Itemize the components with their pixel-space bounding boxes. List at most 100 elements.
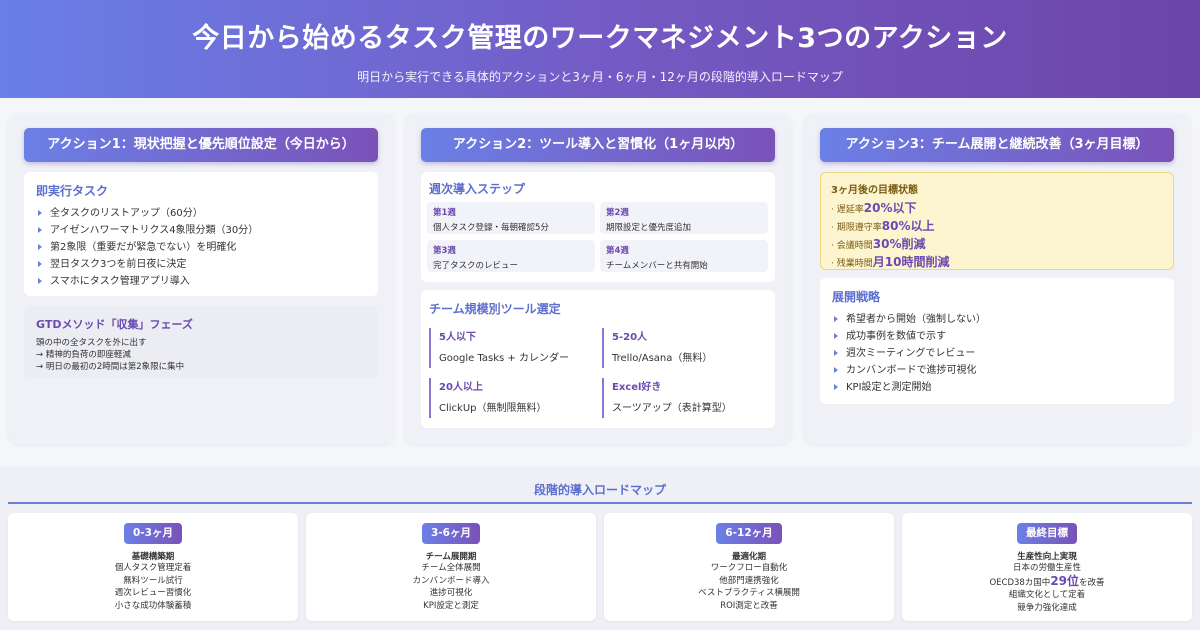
stage-line: 競争力強化達成 <box>1017 602 1077 613</box>
tool-desc: ClickUp（無制限無料） <box>439 403 547 414</box>
goal-label: 期限遵守率 <box>836 223 882 233</box>
stage-line: 日本の労働生産性 <box>1012 563 1081 573</box>
goal-label: 残業時間 <box>836 259 873 269</box>
tool-option: Excel好き スーツアップ（表計算型） <box>602 378 770 418</box>
list-item: 成功事例を数値で示す <box>832 328 1162 345</box>
roadmap-stage: 6-12ヶ月 最適化期 ワークフロー自動化 他部門連携強化 ベストプラクティス横… <box>604 513 894 621</box>
stage-title: チーム展開期 <box>425 552 477 562</box>
week-step: 第2週 期限設定と優先度追加 <box>600 202 768 234</box>
list-item: 全タスクのリストアップ（60分） <box>36 205 366 222</box>
goal-label: 会議時間 <box>836 241 873 251</box>
action1-column: アクション1：現状把握と優先順位設定（今日から） 即実行タスク 全タスクのリスト… <box>8 114 394 444</box>
gtd-line: → 精神的負荷の即座軽減 <box>36 350 131 360</box>
tool-label: 20人以上 <box>439 382 483 393</box>
goal-title: 3ヶ月後の目標状態 <box>831 185 918 196</box>
tool-desc: Trello/Asana（無料） <box>612 353 713 364</box>
stage-badge: 3-6ヶ月 <box>422 523 480 544</box>
week-label: 第1週 <box>433 208 456 218</box>
tasks-list: 全タスクのリストアップ（60分） アイゼンハワーマトリクス4象限分類（30分） … <box>36 205 366 290</box>
goal-row: · 残業時間月10時間削減 <box>831 255 950 269</box>
stage-title: 生産性向上実現 <box>1017 552 1077 562</box>
week-step: 第3週 完了タスクのレビュー <box>427 240 595 272</box>
tool-option: 20人以上 ClickUp（無制限無料） <box>429 378 597 418</box>
stage-line: 進捗可視化 <box>429 588 473 598</box>
list-item: カンバンボードで進捗可視化 <box>832 362 1162 379</box>
gtd-title: GTDメソッド「収集」フェーズ <box>36 318 193 331</box>
stage-line: OECD38カ国中29位を改善 <box>902 573 1192 590</box>
stage-line: チーム全体展開 <box>421 563 481 573</box>
strategy-title: 展開戦略 <box>832 290 881 304</box>
list-item: 翌日タスク3つを前日夜に決定 <box>36 256 366 273</box>
week-label: 第4週 <box>606 246 629 256</box>
page-subtitle: 明日から実行できる具体的アクションと3ヶ月・6ヶ月・12ヶ月の段階的導入ロードマ… <box>357 70 843 84</box>
list-item: アイゼンハワーマトリクス4象限分類（30分） <box>36 222 366 239</box>
goal-row: · 会議時間30%削減 <box>831 237 926 251</box>
list-item: 希望者から開始（強制しない） <box>832 311 1162 328</box>
stage-line: 小さな成功体験蓄積 <box>114 600 192 611</box>
goal-value: 80%以上 <box>881 219 935 233</box>
goal-value: 20%以下 <box>863 201 917 215</box>
stage-line: 無料ツール試行 <box>123 575 183 586</box>
week-label: 第3週 <box>433 246 456 256</box>
stage-line: 週次レビュー習慣化 <box>114 588 192 598</box>
rank-suffix: を改善 <box>1079 577 1105 588</box>
goal-value: 30%削減 <box>872 237 926 251</box>
goal-row: · 期限遵守率80%以上 <box>831 219 935 233</box>
week-desc: 個人タスク登録・毎朝確認5分 <box>433 223 549 233</box>
tool-desc: Google Tasks + カレンダー <box>439 353 569 364</box>
stage-title: 最適化期 <box>731 552 766 562</box>
gtd-card: GTDメソッド「収集」フェーズ 頭の中の全タスクを外に出す → 精神的負荷の即座… <box>24 306 378 378</box>
tool-desc: スーツアップ（表計算型） <box>612 403 732 414</box>
stage-line: 個人タスク管理定着 <box>114 563 192 573</box>
stage-badge: 最終目標 <box>1017 523 1077 544</box>
goal-value: 月10時間削減 <box>872 255 950 269</box>
goal-label: 遅延率 <box>836 205 864 215</box>
tool-option: 5人以下 Google Tasks + カレンダー <box>429 328 597 368</box>
stage-line: カンバンボード導入 <box>412 575 490 586</box>
action3-column: アクション3：チーム展開と継続改善（3ヶ月目標） 3ヶ月後の目標状態 · 遅延率… <box>804 114 1190 444</box>
stage-line: ワークフロー自動化 <box>710 563 788 573</box>
list-item: 第2象限（重要だが緊急でない）を明確化 <box>36 239 366 256</box>
week-desc: 期限設定と優先度追加 <box>606 223 692 233</box>
action3-title: アクション3：チーム展開と継続改善（3ヶ月目標） <box>820 128 1174 162</box>
week-step: 第1週 個人タスク登録・毎朝確認5分 <box>427 202 595 234</box>
stage-line: 他部門連携強化 <box>719 575 779 586</box>
gtd-line: → 明日の最初の2時間は第2象限に集中 <box>36 362 185 372</box>
action1-title: アクション1：現状把握と優先順位設定（今日から） <box>24 128 378 162</box>
tool-label: 5-20人 <box>612 332 648 343</box>
weekly-title: 週次導入ステップ <box>429 182 526 196</box>
week-desc: 完了タスクのレビュー <box>433 261 519 271</box>
weekly-steps-card: 週次導入ステップ 第1週 個人タスク登録・毎朝確認5分 第2週 期限設定と優先度… <box>421 172 775 282</box>
stage-line: 組織文化として定着 <box>1008 590 1086 600</box>
gtd-line: 頭の中の全タスクを外に出す <box>36 338 147 348</box>
week-step: 第4週 チームメンバーと共有開始 <box>600 240 768 272</box>
tool-label: 5人以下 <box>439 332 476 343</box>
week-label: 第2週 <box>606 208 629 218</box>
tool-option: 5-20人 Trello/Asana（無料） <box>602 328 770 368</box>
tool-label: Excel好き <box>612 382 662 393</box>
stage-line: KPI設定と測定 <box>423 600 479 611</box>
action2-title: アクション2：ツール導入と習慣化（1ヶ月以内） <box>421 128 775 162</box>
roadmap-divider <box>8 502 1192 504</box>
strategy-card: 展開戦略 希望者から開始（強制しない） 成功事例を数値で示す 週次ミーティングで… <box>820 278 1174 404</box>
list-item: KPI設定と測定開始 <box>832 379 1162 396</box>
rank-value: 29位 <box>1050 573 1080 588</box>
goal-card: 3ヶ月後の目標状態 · 遅延率20%以下 · 期限遵守率80%以上 · 会議時間… <box>820 172 1174 270</box>
roadmap-stage: 最終目標 生産性向上実現 日本の労働生産性 OECD38カ国中29位を改善 組織… <box>902 513 1192 621</box>
list-item: スマホにタスク管理アプリ導入 <box>36 273 366 290</box>
tools-title: チーム規模別ツール選定 <box>429 302 561 316</box>
roadmap-stage: 0-3ヶ月 基礎構築期 個人タスク管理定着 無料ツール試行 週次レビュー習慣化 … <box>8 513 298 621</box>
roadmap-title: 段階的導入ロードマップ <box>533 483 666 497</box>
stage-badge: 6-12ヶ月 <box>716 523 782 544</box>
page-title: 今日から始めるタスク管理のワークマネジメント3つのアクション <box>192 23 1008 54</box>
rank-prefix: OECD38カ国中 <box>989 577 1051 588</box>
action1-tasks-card: 即実行タスク 全タスクのリストアップ（60分） アイゼンハワーマトリクス4象限分… <box>24 172 378 296</box>
stage-line: ROI測定と改善 <box>720 600 778 611</box>
week-desc: チームメンバーと共有開始 <box>606 261 708 271</box>
tasks-title: 即実行タスク <box>36 184 109 198</box>
header-banner: 今日から始めるタスク管理のワークマネジメント3つのアクション 明日から実行できる… <box>0 0 1200 98</box>
tools-card: チーム規模別ツール選定 5人以下 Google Tasks + カレンダー 5-… <box>421 290 775 428</box>
list-item: 週次ミーティングでレビュー <box>832 345 1162 362</box>
stage-title: 基礎構築期 <box>131 552 175 562</box>
stage-line: ベストプラクティス横展開 <box>698 588 800 598</box>
